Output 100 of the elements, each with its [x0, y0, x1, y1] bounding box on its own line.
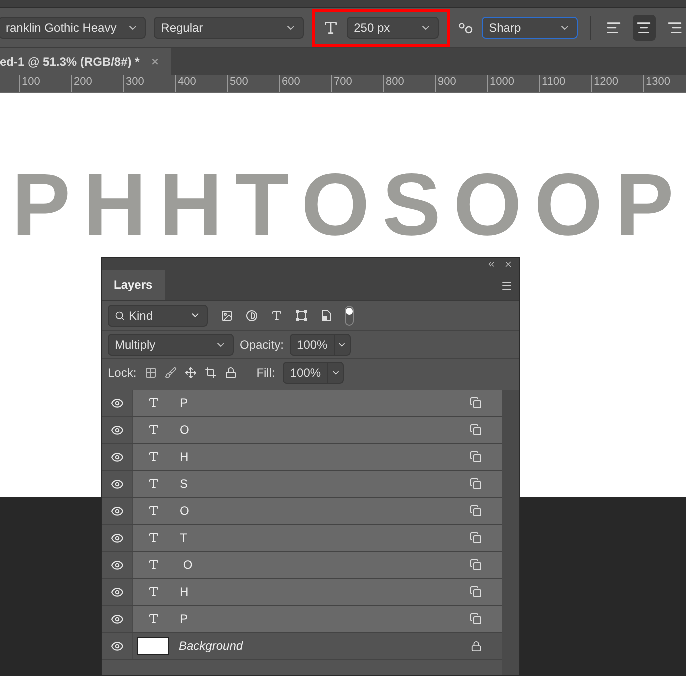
- fill-field[interactable]: 100%: [283, 362, 344, 384]
- visibility-toggle[interactable]: [110, 639, 124, 653]
- canvas-letter: H: [83, 161, 147, 249]
- type-icon[interactable]: [271, 310, 283, 322]
- ruler-label: 300: [125, 75, 144, 89]
- link-icon: [470, 505, 482, 517]
- fill-label: Fill:: [256, 365, 276, 382]
- type-icon: [148, 559, 160, 571]
- align-center-icon: [636, 20, 652, 36]
- layer-name: T: [180, 530, 188, 547]
- font-family-dropdown[interactable]: ranklin Gothic Heavy: [0, 16, 146, 38]
- lock-icon: [471, 640, 482, 652]
- visibility-toggle[interactable]: [110, 396, 124, 410]
- link-icon: [470, 478, 482, 490]
- contrast-icon[interactable]: [246, 310, 258, 322]
- visibility-toggle[interactable]: [110, 477, 124, 491]
- align-left-icon: [606, 20, 622, 36]
- close-icon[interactable]: [504, 260, 513, 269]
- type-icon: [148, 586, 160, 598]
- link-icon: [470, 532, 482, 544]
- link-icon: [470, 397, 482, 409]
- antialias-dropdown[interactable]: Sharp: [482, 16, 578, 38]
- layers-tab[interactable]: Layers: [102, 270, 165, 300]
- layer-row[interactable]: S: [102, 471, 502, 498]
- type-icon: [148, 424, 160, 436]
- canvas-letter: O: [453, 161, 522, 249]
- lock-icon[interactable]: [224, 367, 237, 379]
- filter-dropdown[interactable]: Kind: [108, 304, 208, 326]
- layer-name: H: [180, 449, 189, 466]
- layer-name: S: [180, 476, 188, 493]
- font-size-icon: [323, 20, 340, 36]
- visibility-toggle[interactable]: [110, 612, 124, 626]
- blend-mode-dropdown[interactable]: Multiply: [108, 334, 234, 356]
- document-title: ed-1 @ 51.3% (RGB/8#) *: [0, 54, 140, 70]
- document-tab[interactable]: ed-1 @ 51.3% (RGB/8#) * ×: [0, 48, 171, 75]
- type-icon: [148, 505, 160, 517]
- opacity-label: Opacity:: [240, 336, 284, 354]
- font-style-dropdown[interactable]: Regular: [154, 16, 304, 38]
- opacity-field[interactable]: 100%: [290, 334, 351, 356]
- layer-thumbnail: [137, 637, 169, 655]
- layer-row[interactable]: O: [102, 552, 502, 579]
- ruler-label: 1100: [541, 75, 566, 89]
- link-icon: [470, 424, 482, 436]
- ruler-label: 800: [385, 75, 404, 89]
- layer-row[interactable]: H: [102, 444, 502, 471]
- font-size-field[interactable]: 250 px: [347, 16, 440, 38]
- checker-icon[interactable]: [144, 367, 157, 379]
- layer-row[interactable]: O: [102, 417, 502, 444]
- link-icon: [470, 613, 482, 625]
- layer-row[interactable]: H: [102, 579, 502, 606]
- type-icon: [148, 478, 160, 490]
- link-icon: [470, 451, 482, 463]
- canvas-letter: P: [12, 161, 71, 249]
- visibility-toggle[interactable]: [110, 423, 124, 437]
- canvas-letter: S: [382, 161, 442, 249]
- canvas-letter: P: [615, 161, 674, 249]
- smart-object-icon[interactable]: [321, 310, 332, 322]
- antialias-icon: [458, 20, 474, 34]
- canvas-letter: O: [534, 161, 603, 249]
- visibility-toggle[interactable]: [110, 531, 124, 545]
- layer-name: O: [182, 557, 193, 574]
- layer-row[interactable]: Background: [102, 633, 502, 660]
- ruler-label: 1000: [489, 75, 514, 89]
- ruler-label: 500: [229, 75, 248, 89]
- ruler-label: 700: [333, 75, 352, 89]
- ruler-label: 900: [437, 75, 456, 89]
- ruler-label: 100: [21, 75, 40, 89]
- visibility-toggle[interactable]: [110, 558, 124, 572]
- layer-row[interactable]: O: [102, 498, 502, 525]
- ruler-label: 400: [177, 75, 196, 89]
- layer-row[interactable]: T: [102, 525, 502, 552]
- layer-name: H: [180, 584, 189, 601]
- align-right-icon: [666, 20, 683, 36]
- layer-name: P: [180, 395, 188, 412]
- menu-icon[interactable]: [501, 280, 513, 292]
- transform-icon[interactable]: [296, 310, 308, 322]
- move-icon[interactable]: [184, 367, 197, 379]
- visibility-toggle[interactable]: [110, 504, 124, 518]
- type-icon: [148, 613, 160, 625]
- ruler-label: 1300: [645, 75, 670, 89]
- ruler-label: 1200: [593, 75, 618, 89]
- canvas-letter: T: [235, 161, 289, 249]
- collapse-icon[interactable]: [487, 260, 496, 269]
- layer-name: P: [180, 611, 188, 628]
- link-icon: [470, 559, 482, 571]
- layer-row[interactable]: P: [102, 606, 502, 633]
- layer-name: Background: [179, 638, 244, 655]
- brush-icon[interactable]: [164, 367, 177, 379]
- image-icon[interactable]: [221, 310, 233, 322]
- layer-name: O: [180, 422, 190, 439]
- visibility-toggle[interactable]: [110, 450, 124, 464]
- ruler-label: 200: [73, 75, 92, 89]
- search-icon: [115, 310, 125, 320]
- crop-icon[interactable]: [204, 367, 217, 379]
- canvas-letter: O: [301, 161, 370, 249]
- layer-row[interactable]: P: [102, 390, 502, 417]
- visibility-toggle[interactable]: [110, 585, 124, 599]
- filter-toggle[interactable]: [345, 306, 354, 326]
- align-button[interactable]: [633, 14, 656, 40]
- layer-name: O: [180, 503, 190, 520]
